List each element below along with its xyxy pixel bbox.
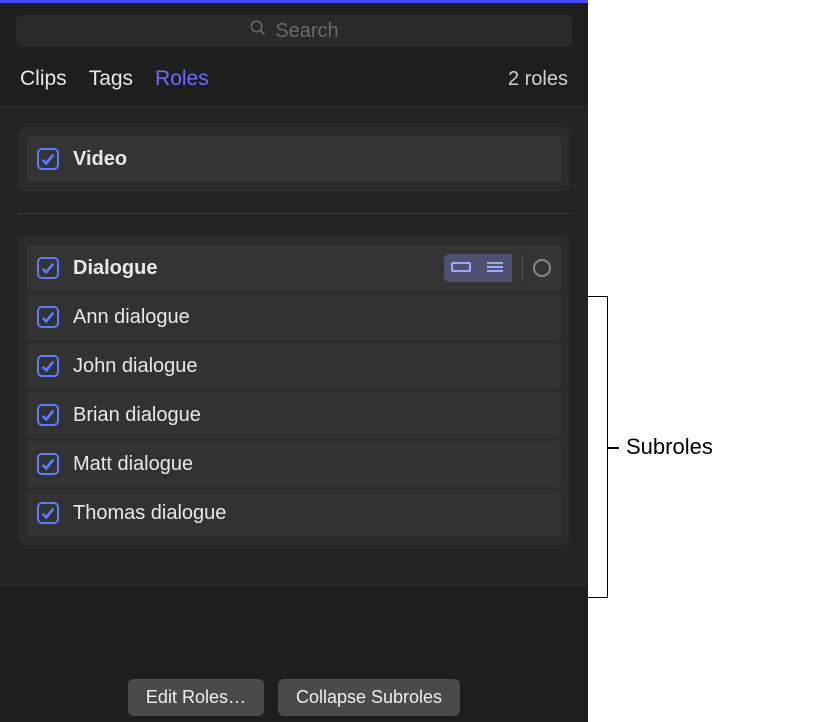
subrole-label: Thomas dialogue	[73, 502, 551, 525]
annotation-label: Subroles	[626, 434, 713, 460]
divider	[18, 213, 570, 214]
search-bar-wrap: Search	[0, 3, 588, 57]
clip-view-button[interactable]	[444, 254, 478, 282]
list-view-button[interactable]	[478, 254, 512, 282]
checkbox-subrole[interactable]	[37, 453, 59, 475]
bottom-button-row: Edit Roles… Collapse Subroles	[0, 661, 588, 722]
role-row-dialogue[interactable]: Dialogue	[27, 245, 561, 291]
search-placeholder: Search	[275, 20, 338, 43]
checkbox-video[interactable]	[37, 148, 59, 170]
role-row-video[interactable]: Video	[27, 136, 561, 182]
subrole-row[interactable]: Ann dialogue	[27, 294, 561, 340]
subrole-label: Brian dialogue	[73, 404, 551, 427]
tab-roles[interactable]: Roles	[155, 67, 209, 91]
role-group-video: Video	[18, 127, 570, 191]
control-separator	[522, 255, 523, 281]
subrole-label: Ann dialogue	[73, 306, 551, 329]
annotation-callout: Subroles	[588, 296, 713, 598]
checkbox-subrole[interactable]	[37, 306, 59, 328]
checkbox-subrole[interactable]	[37, 502, 59, 524]
roles-list: Video Dialogue	[0, 105, 588, 587]
subrole-label: Matt dialogue	[73, 453, 551, 476]
list-view-icon	[485, 257, 505, 280]
role-view-controls	[444, 254, 551, 282]
role-count: 2 roles	[508, 68, 568, 91]
checkbox-subrole[interactable]	[37, 355, 59, 377]
focus-circle-icon[interactable]	[533, 259, 551, 277]
search-icon	[249, 19, 267, 43]
tab-clips[interactable]: Clips	[20, 67, 67, 91]
role-label: Dialogue	[73, 257, 444, 280]
collapse-subroles-button[interactable]: Collapse Subroles	[278, 679, 460, 716]
subrole-row[interactable]: Matt dialogue	[27, 441, 561, 487]
clip-view-icon	[451, 257, 471, 280]
annotation-bracket	[588, 296, 608, 598]
search-field[interactable]: Search	[16, 15, 572, 47]
role-group-dialogue: Dialogue	[18, 236, 570, 545]
roles-panel: Search Clips Tags Roles 2 roles Video Di…	[0, 0, 588, 722]
subrole-label: John dialogue	[73, 355, 551, 378]
tab-tags[interactable]: Tags	[89, 67, 133, 91]
subrole-row[interactable]: Thomas dialogue	[27, 490, 561, 536]
role-label: Video	[73, 148, 551, 171]
annotation-tick	[607, 447, 619, 449]
tab-row: Clips Tags Roles 2 roles	[0, 57, 588, 105]
edit-roles-button[interactable]: Edit Roles…	[128, 679, 264, 716]
checkbox-dialogue[interactable]	[37, 257, 59, 279]
subrole-row[interactable]: John dialogue	[27, 343, 561, 389]
checkbox-subrole[interactable]	[37, 404, 59, 426]
subrole-row[interactable]: Brian dialogue	[27, 392, 561, 438]
